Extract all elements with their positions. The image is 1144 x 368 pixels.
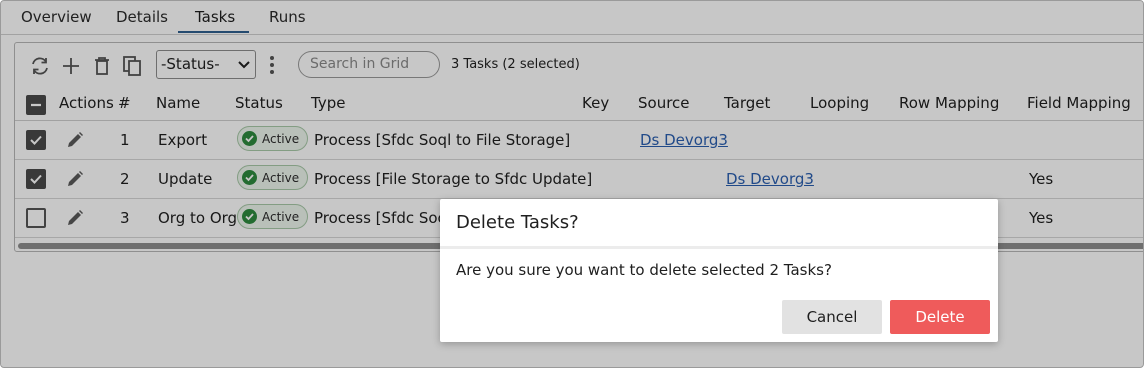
delete-button[interactable]: Delete [890, 300, 990, 334]
dialog-divider [440, 246, 998, 249]
app-frame: Overview Details Tasks Runs -Status- Sea… [0, 0, 1144, 368]
dialog-message: Are you sure you want to delete selected… [456, 261, 832, 279]
dialog-title: Delete Tasks? [456, 212, 579, 233]
delete-tasks-dialog: Delete Tasks? Are you sure you want to d… [440, 199, 998, 342]
cancel-button[interactable]: Cancel [782, 300, 882, 334]
